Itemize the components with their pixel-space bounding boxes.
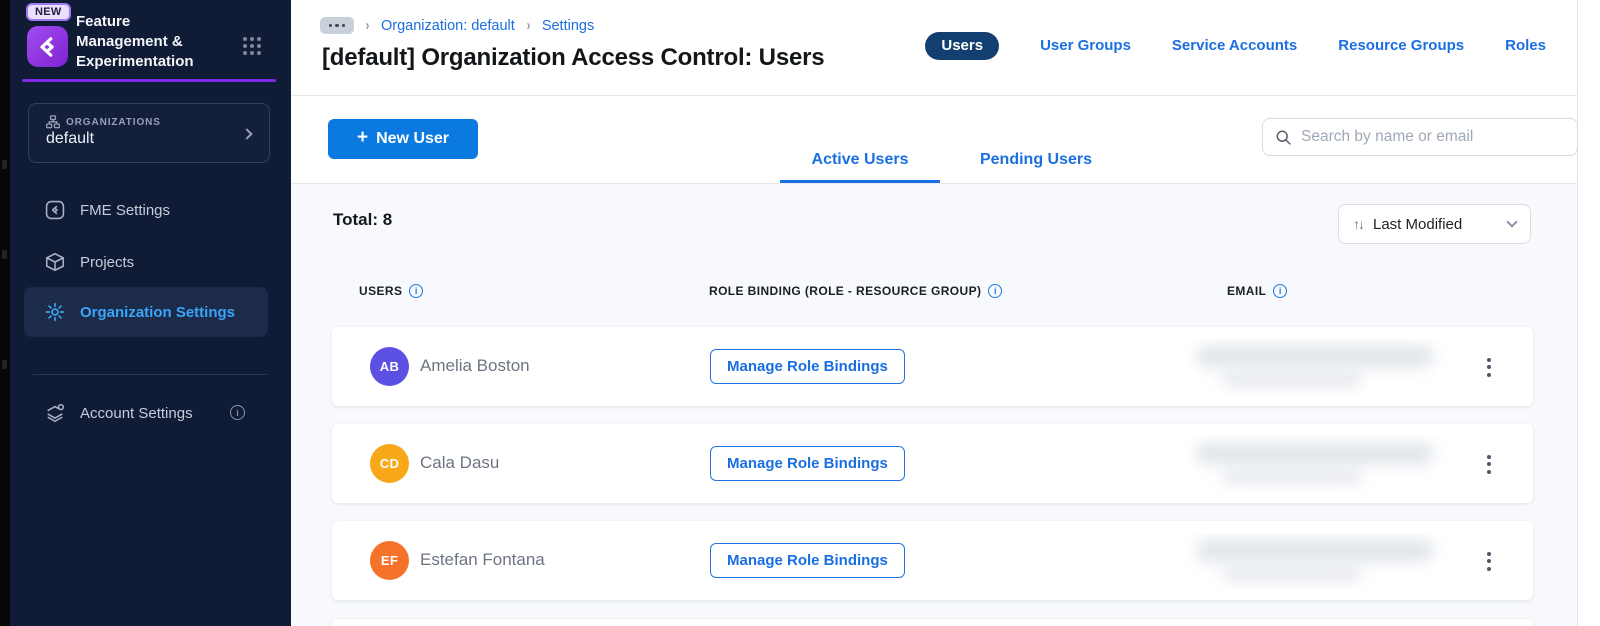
sidebar-item-label: FME Settings — [80, 201, 171, 219]
org-selector-label: ORGANIZATIONS — [66, 116, 161, 128]
content-right-border — [1577, 0, 1578, 626]
users-info-icon[interactable] — [409, 284, 424, 298]
sidebar-item-label: Organization Settings — [80, 303, 236, 321]
sidebar-item-fme-settings[interactable]: FME Settings — [24, 188, 268, 232]
search-box — [1262, 118, 1578, 156]
table-row: AB Amelia Boston Manage Role Bindings — [332, 327, 1533, 406]
table-row-partial — [332, 619, 1533, 626]
window-edge-strip — [0, 0, 10, 626]
new-user-button[interactable]: + New User — [328, 119, 478, 159]
account-settings-info-icon[interactable] — [230, 405, 245, 420]
breadcrumb-link-organization[interactable]: Organization: default — [381, 18, 515, 34]
row-menu-kebab-icon[interactable] — [1480, 546, 1498, 576]
email-info-icon[interactable] — [1273, 284, 1288, 298]
projects-cube-icon — [44, 251, 66, 273]
breadcrumb: › Organization: default › Settings — [320, 17, 594, 34]
sort-dropdown[interactable]: ↑↓ Last Modified — [1338, 204, 1531, 244]
breadcrumb-link-settings[interactable]: Settings — [542, 18, 594, 34]
row-menu-kebab-icon[interactable] — [1480, 449, 1498, 479]
plus-icon: + — [356, 127, 369, 148]
user-name: Estefan Fontana — [420, 550, 545, 569]
role-binding-info-icon[interactable] — [988, 284, 1003, 298]
sort-arrows-icon: ↑↓ — [1353, 216, 1365, 232]
access-control-nav: Users User Groups Service Accounts Resou… — [925, 31, 1546, 60]
manage-role-bindings-button[interactable]: Manage Role Bindings — [710, 543, 905, 578]
avatar: EF — [370, 541, 409, 580]
edge-speck — [2, 360, 7, 369]
nav-tab-users[interactable]: Users — [925, 31, 1000, 60]
user-name: Amelia Boston — [420, 356, 530, 375]
gear-icon — [44, 301, 66, 323]
page-title: [default] Organization Access Control: U… — [322, 44, 825, 71]
email-redacted — [1182, 533, 1452, 589]
column-header-label: ROLE BINDING (ROLE - RESOURCE GROUP) — [709, 284, 982, 298]
sidebar-item-organization-settings[interactable]: Organization Settings — [24, 287, 268, 337]
header-divider — [291, 95, 1577, 96]
app-title: Feature Management & Experimentation — [76, 13, 194, 70]
column-header-users: USERS — [359, 284, 424, 298]
sidebar: NEW Feature Management & Experimentation… — [10, 0, 291, 626]
org-selector-value: default — [46, 130, 95, 147]
chevron-down-icon — [1506, 216, 1518, 228]
chevron-separator-icon: › — [365, 17, 370, 34]
edge-speck — [2, 250, 7, 259]
row-menu-kebab-icon[interactable] — [1480, 352, 1498, 382]
column-header-label: USERS — [359, 284, 403, 298]
brand-divider — [22, 79, 276, 82]
breadcrumb-ellipsis-button[interactable] — [320, 17, 354, 34]
tab-active-users[interactable]: Active Users — [780, 147, 940, 183]
chevron-right-icon — [241, 128, 253, 140]
avatar: CD — [370, 444, 409, 483]
org-hierarchy-icon — [46, 115, 60, 129]
app-switcher-grid-icon[interactable] — [243, 37, 261, 55]
manage-role-bindings-button[interactable]: Manage Role Bindings — [710, 349, 905, 384]
tab-pending-users[interactable]: Pending Users — [946, 147, 1126, 183]
nav-tab-user-groups[interactable]: User Groups — [1040, 37, 1131, 54]
edge-speck — [2, 160, 7, 169]
nav-tab-resource-groups[interactable]: Resource Groups — [1338, 37, 1464, 54]
fme-logo[interactable] — [27, 26, 68, 67]
total-count: Total: 8 — [333, 210, 393, 229]
organization-selector[interactable]: ORGANIZATIONS default — [28, 103, 270, 163]
split-diamond-icon — [39, 36, 54, 57]
email-redacted — [1182, 436, 1452, 492]
search-input[interactable] — [1301, 128, 1565, 146]
table-row: EF Estefan Fontana Manage Role Bindings — [332, 521, 1533, 600]
chevron-separator-icon: › — [526, 17, 531, 34]
manage-role-bindings-button[interactable]: Manage Role Bindings — [710, 446, 905, 481]
sort-dropdown-value: Last Modified — [1373, 215, 1463, 233]
new-user-button-label: New User — [376, 130, 450, 147]
nav-tab-service-accounts[interactable]: Service Accounts — [1172, 37, 1297, 54]
new-badge: NEW — [26, 3, 71, 21]
sidebar-divider — [33, 374, 268, 375]
table-row: CD Cala Dasu Manage Role Bindings — [332, 424, 1533, 503]
sidebar-item-label: Projects — [80, 253, 135, 271]
toolbar-divider — [291, 183, 1577, 184]
avatar: AB — [370, 347, 409, 386]
sidebar-item-projects[interactable]: Projects — [24, 240, 268, 284]
user-name: Cala Dasu — [420, 453, 500, 472]
column-header-role-binding: ROLE BINDING (ROLE - RESOURCE GROUP) — [709, 284, 1003, 298]
search-icon — [1276, 130, 1291, 145]
app-window: NEW Feature Management & Experimentation… — [0, 0, 1600, 626]
nav-tab-roles[interactable]: Roles — [1505, 37, 1546, 54]
main-content: › Organization: default › Settings [defa… — [291, 0, 1600, 626]
sidebar-item-label: Account Settings — [80, 404, 193, 422]
account-settings-layers-icon — [44, 402, 66, 424]
email-redacted — [1182, 339, 1452, 395]
fme-settings-icon — [44, 199, 66, 221]
column-header-label: EMAIL — [1227, 284, 1267, 298]
column-header-email: EMAIL — [1227, 284, 1288, 298]
